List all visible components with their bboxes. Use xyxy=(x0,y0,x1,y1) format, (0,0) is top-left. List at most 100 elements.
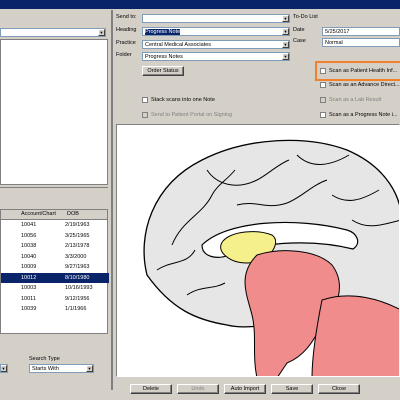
practice-combo[interactable]: Central Medical Associates ▼ xyxy=(142,40,290,49)
brain-image xyxy=(143,139,399,376)
table-row[interactable]: 10040 3/3/2000 xyxy=(1,252,109,263)
chevron-down-icon[interactable]: ▼ xyxy=(282,41,289,48)
row-name-cell xyxy=(1,273,19,284)
scan-advance-directive-checkbox[interactable]: Scan as an Advance Direct... xyxy=(320,82,400,88)
scan-preview[interactable] xyxy=(116,124,400,377)
folder-value: Progress Notes xyxy=(145,54,183,60)
account-cell: 10038 xyxy=(21,243,37,250)
search-type-label: Search Type xyxy=(29,356,60,362)
stack-scans-label: Stack scans into one Note xyxy=(151,97,215,103)
row-name-cell xyxy=(1,252,19,263)
header-dob[interactable]: DOB xyxy=(65,210,79,219)
chevron-down-icon[interactable]: ▼ xyxy=(86,365,93,372)
auto-import-button[interactable]: Auto Import xyxy=(224,384,266,394)
account-cell: 10009 xyxy=(21,264,37,271)
search-type-value: Starts With xyxy=(32,366,59,372)
send-portal-checkbox[interactable]: Send to Patient Portal on Signing xyxy=(142,112,232,118)
chevron-down-icon[interactable]: ▼ xyxy=(282,53,289,60)
patient-table[interactable]: Account/Chart DOB 10041 2/19/1963 10056 3/2… xyxy=(0,209,109,334)
dob-cell: 3/25/1965 xyxy=(65,232,90,239)
account-cell: 10011 xyxy=(21,295,36,302)
dob-cell: 2/19/1963 xyxy=(65,222,90,229)
table-row[interactable]: 10039 1/1/1966 xyxy=(1,304,109,315)
dob-cell: 1/1/1966 xyxy=(65,306,87,313)
checkbox-box[interactable] xyxy=(320,97,326,103)
table-row[interactable]: 10038 2/13/1978 xyxy=(1,241,109,252)
chevron-down-icon[interactable]: ▼ xyxy=(282,28,289,35)
date-field[interactable]: 5/25/2017 xyxy=(322,27,400,36)
chevron-down-icon[interactable]: ▼ xyxy=(1,365,7,372)
search-field-combo[interactable]: ▼ xyxy=(0,364,8,373)
chevron-down-icon[interactable]: ▼ xyxy=(98,29,105,36)
folder-combo[interactable]: Progress Notes ▼ xyxy=(142,52,290,61)
send-to-combo[interactable]: ▼ xyxy=(142,14,290,23)
chevron-down-icon[interactable]: ▼ xyxy=(282,15,289,22)
scan-progress-note-checkbox[interactable]: Scan as a Progress Note i... xyxy=(320,112,397,118)
left-divider[interactable] xyxy=(0,187,108,196)
row-name-cell xyxy=(1,304,19,315)
row-name-cell xyxy=(1,231,19,242)
account-cell: 10039 xyxy=(21,306,37,313)
practice-label: Practice xyxy=(116,40,136,46)
close-button[interactable]: Close xyxy=(318,384,360,394)
dob-cell: 9/27/1963 xyxy=(65,264,90,271)
practice-value: Central Medical Associates xyxy=(145,42,212,48)
checkbox-box[interactable] xyxy=(142,112,148,118)
table-row[interactable]: 10041 2/19/1963 xyxy=(1,220,109,231)
row-name-cell xyxy=(1,294,19,305)
case-combo[interactable]: Normal xyxy=(322,38,400,47)
date-value: 5/25/2017 xyxy=(325,29,350,35)
row-name-cell xyxy=(1,241,19,252)
dob-cell: 8/10/1980 xyxy=(65,274,90,281)
folder-label: Folder xyxy=(116,52,132,58)
send-to-label: Send to: xyxy=(116,14,137,20)
table-header: Account/Chart DOB xyxy=(1,210,107,220)
delete-button[interactable]: Delete xyxy=(130,384,172,394)
cerebellum-shape xyxy=(311,295,399,376)
window-title-bar xyxy=(0,0,400,9)
save-button[interactable]: Save xyxy=(271,384,313,394)
account-cell: 10012 xyxy=(21,274,37,281)
account-cell: 10056 xyxy=(21,232,37,239)
checkbox-box[interactable] xyxy=(320,112,326,118)
undo-button[interactable]: Undo xyxy=(177,384,219,394)
account-cell: 10041 xyxy=(21,222,37,229)
dob-cell: 9/12/1956 xyxy=(65,295,90,302)
left-filter-combo[interactable]: ▼ xyxy=(0,28,106,37)
scan-progress-note-label: Scan as a Progress Note i... xyxy=(329,112,398,118)
todo-list-label: To-Do List xyxy=(293,14,318,20)
scan-patient-health-label: Scan as Patient Health Inf... xyxy=(329,68,398,74)
table-row[interactable]: 10056 3/25/1965 xyxy=(1,231,109,242)
table-row[interactable]: 10011 9/12/1956 xyxy=(1,294,109,305)
order-status-button[interactable]: Order Status xyxy=(142,66,184,76)
table-row[interactable]: 10012 8/10/1980 xyxy=(1,272,109,284)
account-cell: 10040 xyxy=(21,253,37,260)
dob-cell: 10/16/1993 xyxy=(65,285,93,292)
send-portal-label: Send to Patient Portal on Signing xyxy=(151,112,233,118)
dob-cell: 2/13/1978 xyxy=(65,243,90,250)
left-list-panel[interactable] xyxy=(0,39,108,185)
scan-advance-directive-label: Scan as an Advance Direct... xyxy=(329,82,400,88)
patient-rows: 10041 2/19/1963 10056 3/25/1965 10038 2/13/19… xyxy=(1,220,109,315)
case-label: Case xyxy=(293,38,306,44)
table-row[interactable]: 10003 10/16/1993 xyxy=(1,283,109,294)
date-label: Date xyxy=(293,27,305,33)
scan-lab-result-checkbox[interactable]: Scan as a Lab Result xyxy=(320,97,381,103)
left-top-area xyxy=(0,12,111,28)
checkbox-box[interactable] xyxy=(320,82,326,88)
case-value: Normal xyxy=(325,40,343,46)
pane-splitter[interactable] xyxy=(111,10,113,390)
table-row[interactable]: 10009 9/27/1963 xyxy=(1,262,109,273)
stack-scans-checkbox[interactable]: Stack scans into one Note xyxy=(142,97,215,103)
checkbox-box[interactable] xyxy=(142,97,148,103)
row-name-cell xyxy=(1,262,19,273)
row-name-cell xyxy=(1,220,19,231)
heading-combo[interactable]: Progress Note ▼ xyxy=(142,27,290,36)
checkbox-box[interactable] xyxy=(320,68,326,74)
heading-value: Progress Note xyxy=(145,29,181,35)
header-account[interactable]: Account/Chart xyxy=(19,210,65,219)
search-type-combo[interactable]: Starts With ▼ xyxy=(29,364,94,373)
scan-patient-health-checkbox[interactable]: Scan as Patient Health Inf... xyxy=(320,68,397,74)
account-cell: 10003 xyxy=(21,285,37,292)
heading-label: Heading xyxy=(116,27,137,33)
